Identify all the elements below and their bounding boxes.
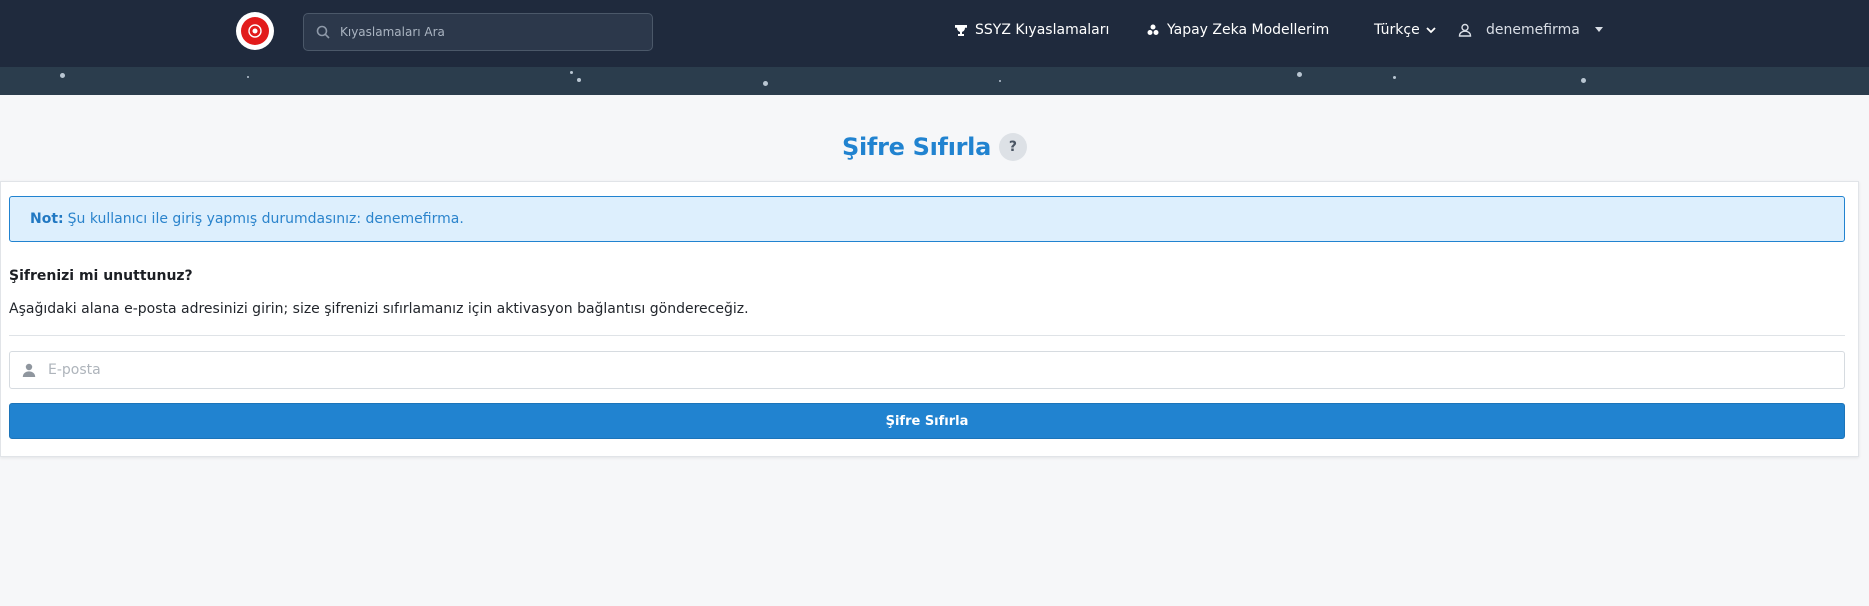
- star-dot: [763, 81, 768, 86]
- reset-password-button[interactable]: Şifre Sıfırla: [9, 403, 1845, 439]
- caret-down-icon: [1594, 27, 1603, 32]
- star-dot: [1393, 76, 1396, 79]
- user-icon: [22, 363, 36, 377]
- username-label: denemefirma: [1486, 22, 1580, 38]
- search-box[interactable]: [303, 13, 653, 51]
- note-text: Şu kullanıcı ile giriş yapmış durumdasın…: [67, 211, 464, 227]
- forgot-password-heading: Şifrenizi mi unuttunuz?: [9, 268, 193, 284]
- note-label: Not:: [30, 211, 64, 227]
- trophy-icon: [955, 25, 967, 36]
- star-dot: [1581, 78, 1586, 83]
- models-icon: [1147, 24, 1159, 35]
- star-dot: [999, 80, 1001, 82]
- nav-models[interactable]: Yapay Zeka Modellerim: [1147, 22, 1329, 38]
- logo-emblem-icon: [241, 17, 269, 45]
- user-menu[interactable]: denemefirma: [1458, 22, 1604, 38]
- decorative-star-band: [0, 67, 1869, 95]
- language-selector[interactable]: Türkçe: [1374, 22, 1436, 38]
- site-logo[interactable]: [236, 12, 274, 50]
- star-dot: [1297, 72, 1302, 77]
- language-label: Türkçe: [1374, 22, 1420, 38]
- email-input[interactable]: [46, 361, 1810, 379]
- reset-password-card: Not: Şu kullanıcı ile giriş yapmış durum…: [0, 181, 1859, 457]
- nav-benchmarks[interactable]: SSYZ Kıyaslamaları: [955, 22, 1109, 38]
- star-dot: [570, 71, 573, 74]
- email-field[interactable]: [9, 351, 1845, 389]
- help-button[interactable]: ?: [998, 133, 1027, 161]
- top-navbar: SSYZ Kıyaslamaları Yapay Zeka Modellerim…: [0, 0, 1869, 67]
- page-title: Şifre Sıfırla: [842, 133, 991, 161]
- logged-in-note: Not: Şu kullanıcı ile giriş yapmış durum…: [9, 196, 1845, 242]
- page-header: Şifre Sıfırla ?: [0, 133, 1869, 161]
- star-dot: [60, 73, 65, 78]
- chevron-down-icon: [1426, 27, 1436, 34]
- instructions-text: Aşağıdaki alana e-posta adresinizi girin…: [9, 301, 749, 317]
- user-icon: [1458, 23, 1472, 37]
- nav-benchmarks-label: SSYZ Kıyaslamaları: [975, 22, 1110, 38]
- search-icon: [316, 25, 330, 39]
- divider: [9, 335, 1845, 336]
- star-dot: [247, 76, 249, 78]
- search-input[interactable]: [338, 24, 632, 40]
- star-dot: [577, 78, 581, 82]
- nav-models-label: Yapay Zeka Modellerim: [1167, 22, 1330, 38]
